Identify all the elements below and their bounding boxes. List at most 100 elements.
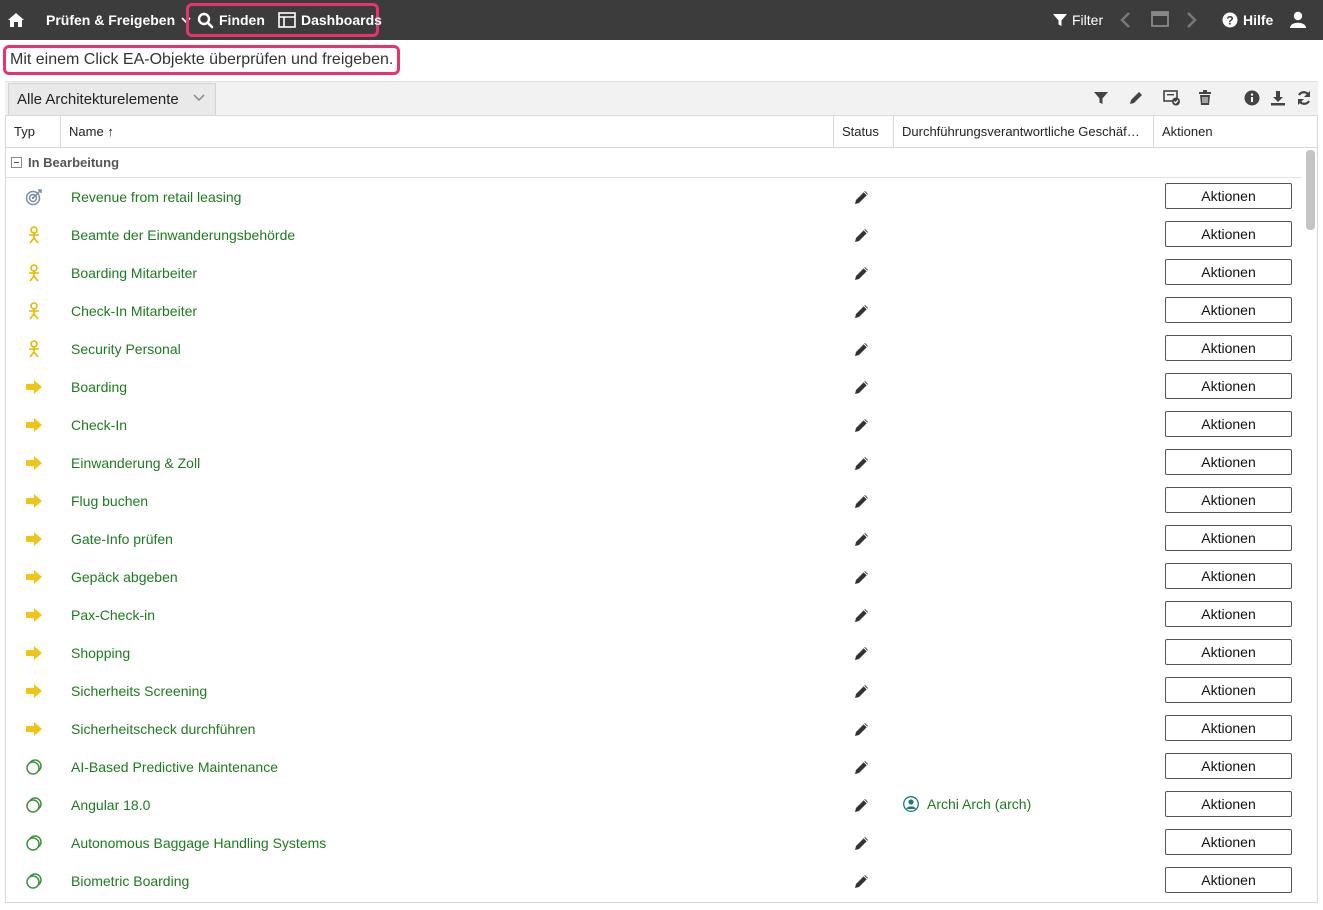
element-name-link[interactable]: Boarding Mitarbeiter [71, 265, 197, 281]
table-row[interactable]: Gepäck abgeben Aktionen [6, 558, 1302, 596]
table-row[interactable]: Autonomous Baggage Handling Systems Aktio… [6, 824, 1302, 862]
element-name-link[interactable]: Revenue from retail leasing [71, 189, 241, 205]
element-name-link[interactable]: Einwanderung & Zoll [71, 455, 200, 471]
element-name-link[interactable]: Beamte der Einwanderungsbehörde [71, 227, 295, 243]
aktionen-button[interactable]: Aktionen [1165, 829, 1292, 855]
element-name-link[interactable]: Sicherheitscheck durchführen [71, 721, 255, 737]
refresh-icon[interactable] [1296, 90, 1314, 108]
process-icon [25, 530, 43, 548]
aktionen-button[interactable]: Aktionen [1165, 753, 1292, 779]
column-header-status[interactable]: Status [834, 116, 894, 147]
goal-icon [25, 188, 43, 206]
element-name-link[interactable]: Shopping [71, 645, 130, 661]
table-row[interactable]: Angular 18.0 Archi Arch (arch) Aktionen [6, 786, 1302, 824]
aktionen-button[interactable]: Aktionen [1165, 867, 1292, 893]
user-icon[interactable] [1290, 11, 1306, 32]
aktionen-button[interactable]: Aktionen [1165, 373, 1292, 399]
table-row[interactable]: Biometric Boarding Aktionen [6, 862, 1302, 900]
element-name-link[interactable]: AI-Based Predictive Maintenance [71, 759, 278, 775]
process-icon [25, 720, 43, 738]
aktionen-button[interactable]: Aktionen [1165, 183, 1292, 209]
column-header-aktionen[interactable]: Aktionen [1154, 116, 1317, 147]
aktionen-button[interactable]: Aktionen [1165, 601, 1292, 627]
aktionen-button[interactable]: Aktionen [1165, 335, 1292, 361]
aktionen-button[interactable]: Aktionen [1165, 715, 1292, 741]
aktionen-button[interactable]: Aktionen [1165, 259, 1292, 285]
element-name-link[interactable]: Check-In Mitarbeiter [71, 303, 197, 319]
chevron-down-icon [193, 94, 205, 102]
table-row[interactable]: Beamte der Einwanderungsbehörde Aktionen [6, 216, 1302, 254]
delete-icon[interactable] [1198, 90, 1216, 108]
element-name-link[interactable]: Gepäck abgeben [71, 569, 178, 585]
status-edit-icon [854, 189, 870, 205]
review-icon[interactable] [1163, 90, 1181, 108]
process-icon [25, 454, 43, 472]
element-name-link[interactable]: Boarding [71, 379, 127, 395]
technology-icon [25, 872, 43, 890]
collapse-icon[interactable] [11, 157, 22, 168]
table-row[interactable]: Sicherheitscheck durchführen Aktionen [6, 710, 1302, 748]
aktionen-button[interactable]: Aktionen [1165, 677, 1292, 703]
aktionen-button[interactable]: Aktionen [1165, 411, 1292, 437]
table-row[interactable]: Revenue from retail leasing Aktionen [6, 178, 1302, 216]
process-icon [25, 416, 43, 434]
element-name-link[interactable]: Gate-Info prüfen [71, 531, 173, 547]
info-icon[interactable] [1244, 90, 1262, 108]
filter-button[interactable]: Filter [1053, 0, 1103, 40]
aktionen-button[interactable]: Aktionen [1165, 563, 1292, 589]
element-name-link[interactable]: Pax-Check-in [71, 607, 155, 623]
table-row[interactable]: Check-In Mitarbeiter Aktionen [6, 292, 1302, 330]
help-icon: ? [1222, 12, 1238, 28]
element-name-link[interactable]: Security Personal [71, 341, 181, 357]
edit-icon[interactable] [1128, 90, 1146, 108]
aktionen-button[interactable]: Aktionen [1165, 639, 1292, 665]
vertical-scrollbar[interactable] [1306, 150, 1315, 230]
back-arrow-icon[interactable] [1119, 11, 1131, 32]
element-name-link[interactable]: Flug buchen [71, 493, 148, 509]
table-row[interactable]: Check-In Aktionen [6, 406, 1302, 444]
view-select-dropdown[interactable]: Alle Architekturelemente [8, 83, 216, 116]
aktionen-button[interactable]: Aktionen [1165, 525, 1292, 551]
table-row[interactable]: Pax-Check-in Aktionen [6, 596, 1302, 634]
status-edit-icon [854, 303, 870, 319]
home-icon[interactable] [7, 11, 25, 29]
aktionen-button[interactable]: Aktionen [1165, 449, 1292, 475]
element-name-link[interactable]: Biometric Boarding [71, 873, 189, 889]
aktionen-button[interactable]: Aktionen [1165, 221, 1292, 247]
actor-icon [25, 302, 43, 320]
status-edit-icon [854, 569, 870, 585]
table-row[interactable]: Sicherheits Screening Aktionen [6, 672, 1302, 710]
table-row[interactable]: Security Personal Aktionen [6, 330, 1302, 368]
filter-icon[interactable] [1093, 90, 1111, 108]
pruefen-freigeben-menu[interactable]: Prüfen & Freigeben [46, 0, 196, 40]
status-edit-icon [854, 835, 870, 851]
dashboards-button[interactable]: Dashboards [278, 0, 382, 40]
dashboards-label: Dashboards [301, 12, 382, 28]
table-row[interactable]: Boarding Aktionen [6, 368, 1302, 406]
table-row[interactable]: Boarding Mitarbeiter Aktionen [6, 254, 1302, 292]
person-icon [903, 796, 927, 812]
table-row[interactable]: Einwanderung & Zoll Aktionen [6, 444, 1302, 482]
table-row[interactable]: AI-Based Predictive Maintenance Aktionen [6, 748, 1302, 786]
element-name-link[interactable]: Sicherheits Screening [71, 683, 207, 699]
finden-button[interactable]: Finden [197, 0, 265, 40]
status-edit-icon [854, 759, 870, 775]
aktionen-button[interactable]: Aktionen [1165, 297, 1292, 323]
column-header-typ[interactable]: Typ [6, 116, 61, 147]
table-row[interactable]: Shopping Aktionen [6, 634, 1302, 672]
aktionen-button[interactable]: Aktionen [1165, 791, 1292, 817]
group-row-in-bearbeitung[interactable]: In Bearbeitung [6, 148, 1302, 178]
forward-arrow-icon[interactable] [1186, 11, 1198, 32]
column-header-name[interactable]: Name ↑ [61, 116, 834, 147]
table-row[interactable]: Gate-Info prüfen Aktionen [6, 520, 1302, 558]
download-icon[interactable] [1270, 90, 1288, 108]
element-name-link[interactable]: Angular 18.0 [71, 797, 150, 813]
element-name-link[interactable]: Autonomous Baggage Handling Systems [71, 835, 326, 851]
element-name-link[interactable]: Check-In [71, 417, 127, 433]
table-row[interactable]: Flug buchen Aktionen [6, 482, 1302, 520]
column-header-dfv[interactable]: Durchführungsverantwortliche Geschäf… [894, 116, 1154, 147]
owner-link[interactable]: Archi Arch (arch) [903, 796, 1031, 812]
aktionen-button[interactable]: Aktionen [1165, 487, 1292, 513]
window-icon[interactable] [1151, 11, 1169, 30]
hilfe-button[interactable]: ? Hilfe [1222, 0, 1273, 40]
